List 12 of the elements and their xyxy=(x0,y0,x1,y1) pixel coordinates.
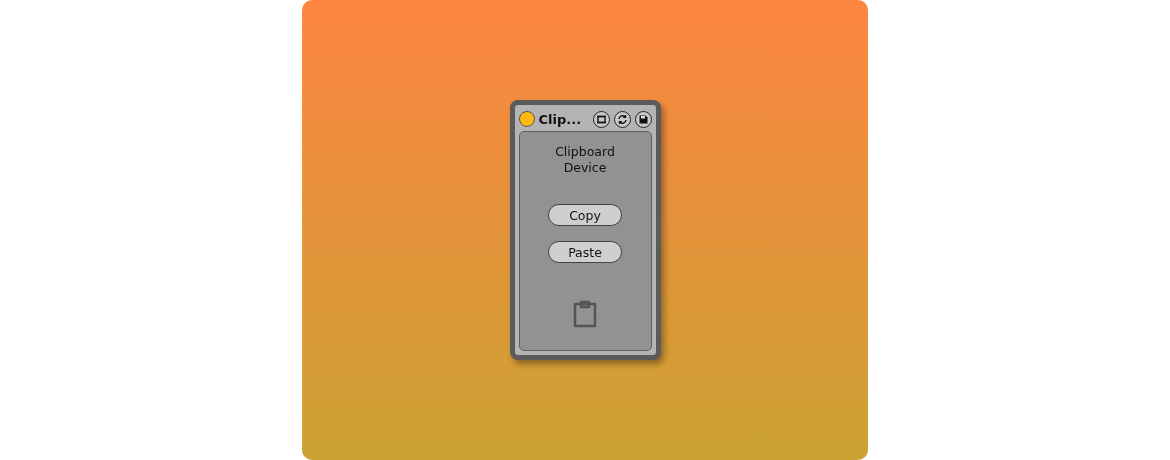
sync-icon xyxy=(616,113,628,125)
fold-icon xyxy=(595,113,607,125)
action-button[interactable]: Copy xyxy=(548,204,622,226)
sync-button[interactable] xyxy=(613,110,631,128)
save-button[interactable] xyxy=(634,110,652,128)
fold-button[interactable] xyxy=(592,110,610,128)
save-icon xyxy=(637,113,649,125)
panel-title: Clipboard Device xyxy=(555,144,615,176)
action-button[interactable]: Paste xyxy=(548,241,622,263)
power-toggle[interactable] xyxy=(518,111,535,127)
device-title: Clip... xyxy=(538,111,583,127)
clipboard-icon xyxy=(573,300,597,328)
